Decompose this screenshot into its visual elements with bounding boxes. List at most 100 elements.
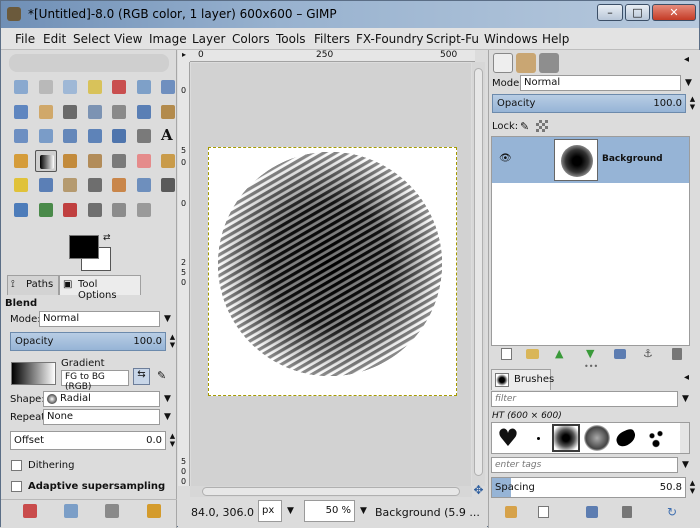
dodge-burn-icon[interactable] bbox=[84, 174, 106, 196]
foreground-select-icon[interactable] bbox=[157, 76, 179, 98]
dock-separator-handle[interactable]: ••• bbox=[584, 362, 598, 371]
convolve-icon[interactable] bbox=[133, 174, 155, 196]
anchor-layer-icon[interactable]: ⚓ bbox=[643, 347, 653, 360]
brushes-menu-icon[interactable]: ◂ bbox=[684, 372, 689, 383]
spacing-slider[interactable]: Spacing 50.8 bbox=[491, 477, 686, 498]
refresh-brushes-icon[interactable]: ↻ bbox=[667, 505, 677, 519]
horizontal-ruler[interactable]: 0 250 500 bbox=[190, 50, 475, 62]
zoom-select[interactable]: 50 % bbox=[304, 500, 355, 522]
vertical-scroll-thumb[interactable] bbox=[474, 68, 483, 476]
brush-tags-dropdown-icon[interactable]: ▼ bbox=[679, 457, 692, 473]
spacing-spin-icon[interactable]: ▲ ▼ bbox=[686, 479, 699, 495]
heal-icon[interactable] bbox=[10, 174, 32, 196]
layers-opacity-spin-icon[interactable]: ▲ ▼ bbox=[686, 95, 699, 111]
rotate-icon[interactable] bbox=[10, 125, 32, 147]
brushes-filter-input[interactable] bbox=[491, 391, 678, 407]
ink-icon[interactable] bbox=[35, 174, 57, 196]
unit-select[interactable]: px bbox=[258, 500, 282, 522]
minimize-button[interactable]: – bbox=[597, 4, 623, 21]
warp-icon[interactable] bbox=[108, 199, 130, 221]
lock-pixels-icon[interactable]: ✎ bbox=[520, 120, 529, 133]
brushes-grid-scroll[interactable] bbox=[680, 423, 689, 453]
edit-gradient-icon[interactable]: ✎ bbox=[157, 369, 166, 382]
vertical-scrollbar[interactable] bbox=[472, 62, 485, 486]
brush-scatter[interactable] bbox=[646, 427, 666, 449]
text-icon[interactable]: A bbox=[157, 125, 179, 147]
tab-brushes[interactable]: Brushes bbox=[491, 369, 554, 390]
bucket-fill-icon[interactable] bbox=[10, 150, 32, 172]
color-select-icon[interactable] bbox=[108, 76, 130, 98]
brush-tags-input[interactable] bbox=[491, 457, 678, 473]
layers-tab-icon[interactable] bbox=[493, 53, 513, 73]
reverse-gradient-button[interactable]: ⇆ bbox=[133, 368, 150, 385]
zoom-icon[interactable] bbox=[59, 101, 81, 123]
brushes-filter-dropdown-icon[interactable]: ▼ bbox=[679, 391, 692, 407]
hue-saturation-icon[interactable] bbox=[59, 199, 81, 221]
image-canvas[interactable] bbox=[208, 147, 457, 396]
layers-mode-dropdown-icon[interactable]: ▼ bbox=[682, 75, 695, 91]
foreground-color-swatch[interactable] bbox=[69, 235, 99, 259]
delete-options-icon[interactable] bbox=[105, 504, 119, 518]
horizontal-scroll-thumb[interactable] bbox=[202, 487, 460, 496]
menu-colors[interactable]: Colors bbox=[232, 32, 270, 46]
clone-icon[interactable] bbox=[157, 150, 179, 172]
mode-select[interactable]: Normal bbox=[39, 311, 160, 327]
shape-select[interactable]: Radial bbox=[43, 391, 160, 407]
close-button[interactable]: ✕ bbox=[652, 4, 696, 21]
fg-bg-color-selector[interactable]: ⇄ bbox=[61, 233, 116, 273]
color-balance-icon[interactable] bbox=[35, 199, 57, 221]
offset-slider[interactable]: Offset 0.0 bbox=[10, 431, 166, 450]
menu-fx-foundry[interactable]: FX-Foundry bbox=[356, 32, 424, 46]
menu-image[interactable]: Image bbox=[149, 32, 187, 46]
levels-icon[interactable] bbox=[10, 199, 32, 221]
tab-paths[interactable]: ⟟ Paths bbox=[7, 275, 59, 295]
brush-halftone-selected[interactable] bbox=[552, 424, 580, 452]
dithering-checkbox[interactable] bbox=[11, 460, 22, 471]
layers-opacity-slider[interactable]: Opacity 100.0 bbox=[492, 94, 686, 113]
duplicate-layer-icon[interactable] bbox=[614, 349, 626, 359]
image-viewport[interactable] bbox=[191, 63, 471, 486]
cage-icon[interactable] bbox=[133, 125, 155, 147]
layers-mode-select[interactable]: Normal bbox=[520, 75, 681, 91]
unified-transform-icon[interactable] bbox=[133, 199, 155, 221]
menu-file[interactable]: File bbox=[15, 32, 35, 46]
menu-tools[interactable]: Tools bbox=[276, 32, 306, 46]
new-layer-group-icon[interactable] bbox=[526, 349, 539, 359]
color-picker-icon[interactable] bbox=[35, 101, 57, 123]
shear-icon[interactable] bbox=[59, 125, 81, 147]
reset-options-icon[interactable] bbox=[147, 504, 161, 518]
quick-mask-corner[interactable]: ▸ bbox=[178, 50, 190, 62]
perspective-icon[interactable] bbox=[84, 125, 106, 147]
repeat-dropdown-icon[interactable]: ▼ bbox=[161, 409, 174, 425]
gradient-preview[interactable] bbox=[11, 362, 56, 385]
brush-heart[interactable]: ♥ bbox=[494, 425, 522, 451]
opacity-slider[interactable]: Opacity 100.0 bbox=[10, 332, 166, 351]
menu-help[interactable]: Help bbox=[542, 32, 569, 46]
curves-icon[interactable] bbox=[157, 174, 179, 196]
mode-dropdown-icon[interactable]: ▼ bbox=[161, 311, 174, 327]
paths-icon[interactable] bbox=[10, 101, 32, 123]
pencil-icon[interactable] bbox=[84, 150, 106, 172]
smudge-icon[interactable] bbox=[59, 174, 81, 196]
menu-view[interactable]: View bbox=[114, 32, 142, 46]
duplicate-brush-icon[interactable] bbox=[586, 506, 598, 518]
gradient-name[interactable]: FG to BG (RGB) bbox=[61, 370, 129, 392]
scissors-select-icon[interactable] bbox=[133, 76, 155, 98]
move-icon[interactable] bbox=[108, 101, 130, 123]
brushes-tab-icon[interactable] bbox=[516, 53, 536, 73]
tab-tool-options[interactable]: ▣ Tool Options bbox=[59, 275, 141, 301]
delete-layer-icon[interactable] bbox=[672, 348, 682, 360]
shape-dropdown-icon[interactable]: ▼ bbox=[161, 391, 174, 407]
swap-colors-icon[interactable]: ⇄ bbox=[103, 233, 111, 243]
scale-icon[interactable] bbox=[35, 125, 57, 147]
adaptive-supersampling-checkbox[interactable] bbox=[11, 481, 22, 492]
menu-select[interactable]: Select bbox=[73, 32, 110, 46]
align-icon[interactable] bbox=[133, 101, 155, 123]
flip-icon[interactable] bbox=[108, 125, 130, 147]
rect-select-icon[interactable] bbox=[10, 76, 32, 98]
ellipse-select-icon[interactable] bbox=[35, 76, 57, 98]
delete-brush-icon[interactable] bbox=[622, 506, 632, 518]
menu-filters[interactable]: Filters bbox=[314, 32, 350, 46]
menu-layer[interactable]: Layer bbox=[192, 32, 225, 46]
brush-splat[interactable] bbox=[613, 427, 639, 449]
